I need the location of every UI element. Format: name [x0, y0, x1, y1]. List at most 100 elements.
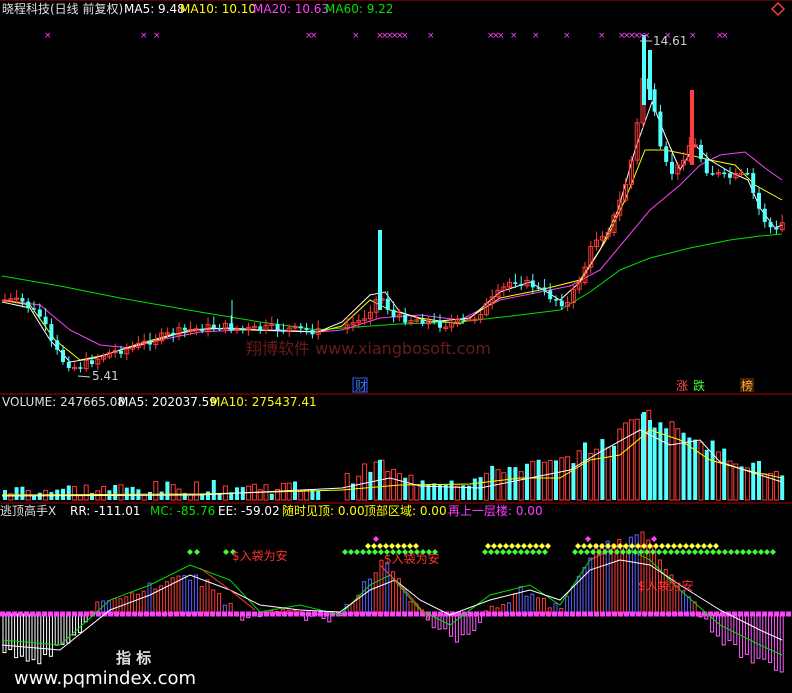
mc-readout: MC: -85.76: [150, 504, 215, 518]
indicator-bar: [524, 595, 529, 615]
x-mark: ×: [401, 31, 409, 41]
indicator-bar: [188, 579, 193, 615]
chart-title: 晓程科技(日线 前复权): [2, 1, 123, 16]
volume-bar: [565, 456, 571, 501]
indicator-bar: [623, 545, 628, 615]
indicator-bar: [686, 596, 691, 615]
candle-body: [642, 35, 646, 105]
x-mark: ×: [153, 31, 161, 41]
candle-body: [378, 230, 382, 310]
volume-bar: [66, 485, 71, 500]
watermark: 翔博软件 www.xiangbosoft.com: [246, 339, 491, 358]
candle-body: [774, 227, 779, 230]
indicator-bar: [37, 613, 42, 665]
candle-body: [240, 328, 245, 331]
candle-body: [548, 290, 553, 300]
indicator-bar: [54, 613, 59, 646]
signal-diamond: [653, 543, 659, 549]
volume-bar: [478, 477, 483, 500]
indicator-bar: [611, 544, 616, 615]
die-badge[interactable]: 跌: [693, 378, 705, 393]
candle-body: [461, 319, 466, 321]
volume-bar: [501, 472, 507, 501]
indicator-bar: [193, 574, 198, 615]
signal-diamond: [401, 543, 407, 549]
candle-body: [211, 324, 216, 329]
candle-body: [530, 280, 535, 288]
indicator-bar: [31, 613, 36, 661]
volume-bar: [757, 460, 761, 500]
signal-diamond: [635, 543, 641, 549]
indicator-bar: [750, 613, 755, 664]
candle-body: [55, 340, 60, 350]
volume-bar: [727, 460, 733, 501]
volume-bar: [14, 487, 19, 500]
indicator-bar: [141, 590, 146, 615]
volume-bar: [170, 484, 176, 501]
signal-diamond: [578, 549, 584, 555]
indicator-bar: [715, 613, 720, 637]
volume-bar: [449, 480, 454, 500]
signal-diamond: [407, 543, 413, 549]
signal-diamond: [539, 543, 545, 549]
signal-diamond: [488, 549, 494, 555]
signal-diamond: [671, 543, 677, 549]
volume-bar: [211, 480, 216, 500]
signal-diamond: [348, 549, 354, 555]
signal-diamond: [509, 543, 515, 549]
volume-bar: [744, 467, 750, 501]
signal-diamond: [668, 549, 674, 555]
rr-readout: RR: -111.01: [70, 504, 140, 518]
indicator-bar: [779, 613, 784, 673]
volume-bar: [612, 445, 616, 500]
indicator-bar: [182, 575, 187, 615]
volume-bar: [298, 491, 304, 501]
volume-bar: [130, 486, 135, 500]
x-mark: ×: [563, 31, 571, 41]
signal-diamond: [680, 549, 686, 555]
x-mark: ×: [427, 31, 435, 41]
signal-diamond: [686, 549, 692, 555]
dingbu-readout: 顶部区域: 0.00: [364, 503, 447, 518]
top-x-marks: × × × ×× × ×××××× × ××× × × × × ×××××× × × ××: [44, 31, 729, 41]
candle-body: [66, 361, 71, 369]
candle-body: [658, 111, 663, 147]
zai-readout: 再上一层楼: 0.00: [448, 503, 543, 518]
signal-diamond: [372, 549, 378, 555]
volume-ma5-readout: MA5: 202037.59: [118, 395, 217, 409]
signal-diamond: [740, 549, 746, 555]
volume-bar: [72, 486, 78, 501]
volume-bar: [605, 447, 611, 501]
sui-readout: 随时见顶: 0.00: [282, 503, 365, 518]
signal-diamond: [500, 549, 506, 555]
indicator-bar: [2, 613, 7, 654]
indicator-name: 逃顶高手X: [0, 503, 56, 518]
indicator-bar: [14, 613, 19, 659]
candle-body: [78, 367, 83, 369]
signal-diamond: [585, 536, 591, 542]
volume-bar: [403, 477, 408, 500]
zhang-badge[interactable]: 涨: [676, 378, 688, 393]
signal-diamond: [395, 543, 401, 549]
x-mark: ×: [352, 31, 360, 41]
volume-bar: [414, 484, 420, 501]
diamond-icon[interactable]: [771, 2, 785, 16]
x-mark: ×: [532, 31, 540, 41]
volume-bar: [240, 487, 245, 500]
signal-diamond: [707, 543, 713, 549]
candle-body: [420, 319, 425, 324]
volume-bar: [530, 460, 536, 501]
indicator-bar: [25, 613, 30, 662]
indicator-bar: [773, 613, 778, 671]
candle-body: [391, 309, 396, 317]
ma5-line: [1, 100, 783, 363]
signal-diamond: [187, 549, 193, 555]
candle-body: [217, 328, 222, 330]
volume-bar: [733, 463, 739, 501]
indicator-bar: [19, 613, 24, 657]
signal-diamond: [491, 543, 497, 549]
indicator-bar: [744, 613, 749, 655]
x-mark: ×: [689, 31, 697, 41]
indicator-bar: [570, 586, 575, 615]
signal-diamond: [764, 549, 770, 555]
